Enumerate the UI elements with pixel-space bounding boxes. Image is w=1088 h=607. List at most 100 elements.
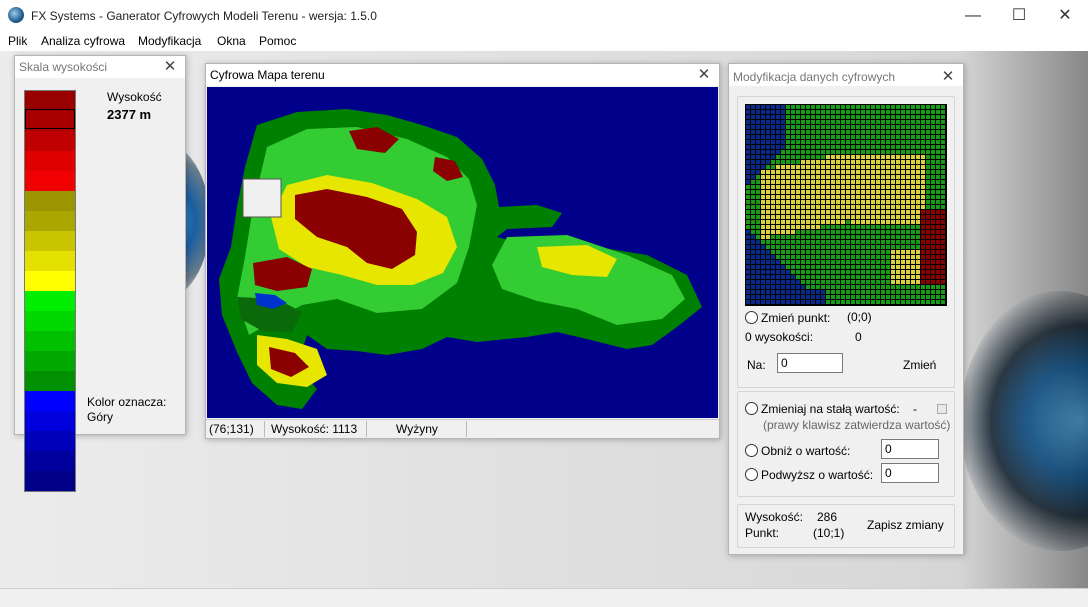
grid-cell: [831, 200, 835, 204]
grid-cell: [746, 180, 750, 184]
minimize-button[interactable]: —: [950, 0, 996, 31]
grid-cell: [841, 300, 845, 304]
grid-cell: [766, 120, 770, 124]
grid-cell: [796, 130, 800, 134]
grid-cell: [876, 105, 880, 109]
grid-cell: [801, 110, 805, 114]
grid-cell: [931, 225, 935, 229]
constant-value-radio-circle[interactable]: [745, 402, 758, 415]
grid-cell: [796, 300, 800, 304]
grid-cell: [816, 165, 820, 169]
raise-radio[interactable]: Podwyższ o wartość:: [745, 468, 873, 482]
grid-cell: [916, 220, 920, 224]
save-changes-button[interactable]: Zapisz zmiany: [867, 518, 944, 532]
grid-cell: [826, 120, 830, 124]
change-button[interactable]: Zmień: [903, 358, 936, 372]
grid-cell: [801, 175, 805, 179]
modification-window: Modyfikacja danych cyfrowych ✕ Zmień pun…: [728, 63, 964, 555]
grid-cell: [866, 245, 870, 249]
grid-cell: [806, 170, 810, 174]
menu-modyfikacja[interactable]: Modyfikacja: [138, 34, 201, 48]
scale-window-titlebar[interactable]: Skala wysokości ✕: [15, 56, 185, 78]
grid-cell: [776, 175, 780, 179]
elevation-grid[interactable]: [745, 104, 947, 306]
grid-cell: [821, 250, 825, 254]
grid-cell: [746, 290, 750, 294]
grid-cell: [801, 120, 805, 124]
constant-value-radio[interactable]: Zmieniaj na stałą wartość:: [745, 402, 900, 416]
na-input[interactable]: 0: [777, 353, 843, 373]
grid-cell: [751, 275, 755, 279]
grid-cell: [926, 170, 930, 174]
grid-cell: [876, 180, 880, 184]
lower-radio[interactable]: Obniż o wartość:: [745, 444, 850, 458]
change-point-radio-circle[interactable]: [745, 311, 758, 324]
grid-cell: [816, 235, 820, 239]
grid-cell: [826, 300, 830, 304]
grid-cell: [921, 115, 925, 119]
grid-cell: [791, 295, 795, 299]
grid-cell: [861, 295, 865, 299]
menu-okna[interactable]: Okna: [217, 34, 246, 48]
grid-cell: [806, 245, 810, 249]
grid-cell: [926, 135, 930, 139]
grid-cell: [806, 150, 810, 154]
grid-cell: [841, 190, 845, 194]
raise-radio-circle[interactable]: [745, 468, 758, 481]
grid-cell: [816, 175, 820, 179]
grid-cell: [866, 290, 870, 294]
grid-cell: [916, 135, 920, 139]
grid-cell: [851, 225, 855, 229]
grid-cell: [771, 160, 775, 164]
lower-input[interactable]: 0: [881, 439, 939, 459]
grid-cell: [816, 285, 820, 289]
menu-pomoc[interactable]: Pomoc: [259, 34, 296, 48]
grid-cell: [841, 295, 845, 299]
grid-cell: [841, 195, 845, 199]
grid-cell: [851, 245, 855, 249]
na-label: Na:: [747, 358, 766, 372]
grid-cell: [941, 185, 945, 189]
grid-cell: [801, 295, 805, 299]
grid-cell: [746, 205, 750, 209]
color-meaning-label: Kolor oznacza:: [87, 395, 167, 409]
grid-cell: [831, 160, 835, 164]
grid-cell: [811, 115, 815, 119]
scale-window-close-icon[interactable]: ✕: [159, 56, 181, 78]
grid-cell: [941, 120, 945, 124]
lower-radio-circle[interactable]: [745, 444, 758, 457]
grid-cell: [811, 165, 815, 169]
menu-plik[interactable]: Plik: [8, 34, 27, 48]
constant-value-color-swatch[interactable]: [937, 404, 947, 414]
grid-cell: [856, 125, 860, 129]
grid-cell: [816, 200, 820, 204]
grid-cell: [891, 125, 895, 129]
menu-analiza-cyfrowa[interactable]: Analiza cyfrowa: [41, 34, 125, 48]
grid-cell: [916, 145, 920, 149]
grid-cell: [896, 140, 900, 144]
grid-cell: [806, 185, 810, 189]
grid-cell: [786, 285, 790, 289]
close-button[interactable]: ✕: [1042, 0, 1088, 31]
grid-cell: [826, 195, 830, 199]
modification-window-titlebar[interactable]: Modyfikacja danych cyfrowych ✕: [729, 64, 963, 86]
grid-cell: [916, 125, 920, 129]
grid-cell: [806, 255, 810, 259]
grid-cell: [911, 260, 915, 264]
change-point-radio[interactable]: Zmień punkt:: [745, 311, 830, 325]
modification-window-close-icon[interactable]: ✕: [937, 66, 959, 88]
raise-input[interactable]: 0: [881, 463, 939, 483]
grid-cell: [851, 170, 855, 174]
maximize-button[interactable]: ☐: [996, 0, 1042, 31]
grid-cell: [911, 120, 915, 124]
grid-cell: [816, 250, 820, 254]
map-window-titlebar[interactable]: Cyfrowa Mapa terenu ✕: [206, 64, 719, 86]
grid-cell: [846, 300, 850, 304]
grid-cell: [891, 250, 895, 254]
grid-cell: [766, 165, 770, 169]
grid-cell: [781, 290, 785, 294]
grid-cell: [776, 275, 780, 279]
terrain-map[interactable]: [207, 87, 718, 418]
map-window-close-icon[interactable]: ✕: [693, 64, 715, 86]
grid-cell: [746, 140, 750, 144]
